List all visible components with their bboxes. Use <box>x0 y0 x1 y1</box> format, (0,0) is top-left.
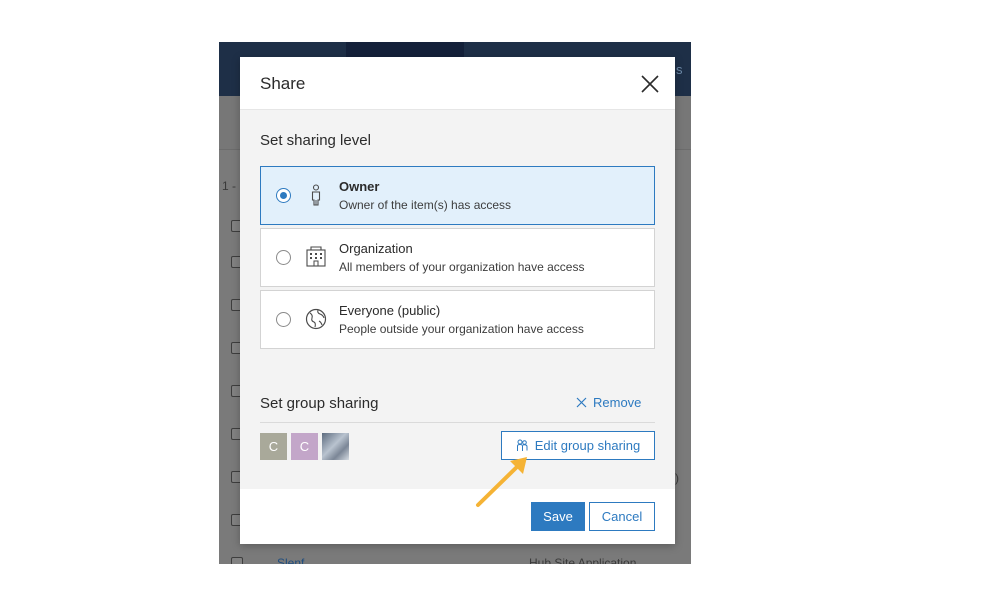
option-owner-label: Owner <box>339 179 380 194</box>
option-organization-description: All members of your organization have ac… <box>339 260 585 274</box>
owner-radio[interactable] <box>276 188 291 203</box>
organization-radio[interactable] <box>276 250 291 265</box>
group-sharing-heading: Set group sharing <box>260 395 379 412</box>
person-icon <box>311 184 321 206</box>
row-checkbox[interactable] <box>231 557 243 564</box>
group-avatar: C <box>291 433 318 460</box>
row-name-link[interactable]: Slenf <box>277 556 304 564</box>
everyone-radio[interactable] <box>276 312 291 327</box>
share-dialog: Share Set sharing level Owner Owner of t… <box>240 57 675 544</box>
item-counter: 1 - <box>222 179 237 193</box>
annotation-arrow-icon <box>476 457 527 507</box>
remove-label: Remove <box>593 395 642 410</box>
option-organization-label: Organization <box>339 241 413 256</box>
building-icon <box>306 246 326 267</box>
sharing-option-owner[interactable]: Owner Owner of the item(s) has access <box>260 166 655 225</box>
row-type: Hub Site Application <box>529 556 637 564</box>
option-everyone-label: Everyone (public) <box>339 303 441 318</box>
close-icon[interactable] <box>639 73 661 95</box>
cancel-button[interactable]: Cancel <box>589 502 655 531</box>
edit-group-sharing-label: Edit group sharing <box>534 438 641 453</box>
dialog-body: Set sharing level Owner Owner of the ite… <box>240 110 675 489</box>
sharing-option-organization[interactable]: Organization All members of your organiz… <box>260 228 655 287</box>
option-owner-description: Owner of the item(s) has access <box>339 198 512 212</box>
row-type: ) <box>675 471 679 485</box>
app-header-text: s <box>676 62 683 77</box>
remove-button[interactable]: Remove <box>576 395 641 410</box>
dialog-footer: Save Cancel <box>240 489 675 544</box>
dialog-header: Share <box>240 57 675 110</box>
dialog-title: Share <box>260 74 306 93</box>
group-avatar: C <box>260 433 287 460</box>
sharing-level-heading: Set sharing level <box>260 132 371 149</box>
group-avatar-photo <box>322 433 349 460</box>
sharing-option-everyone[interactable]: Everyone (public) People outside your or… <box>260 290 655 349</box>
globe-icon <box>305 308 327 330</box>
option-everyone-description: People outside your organization have ac… <box>339 322 584 336</box>
section-divider <box>260 422 655 423</box>
remove-x-icon <box>576 397 587 408</box>
